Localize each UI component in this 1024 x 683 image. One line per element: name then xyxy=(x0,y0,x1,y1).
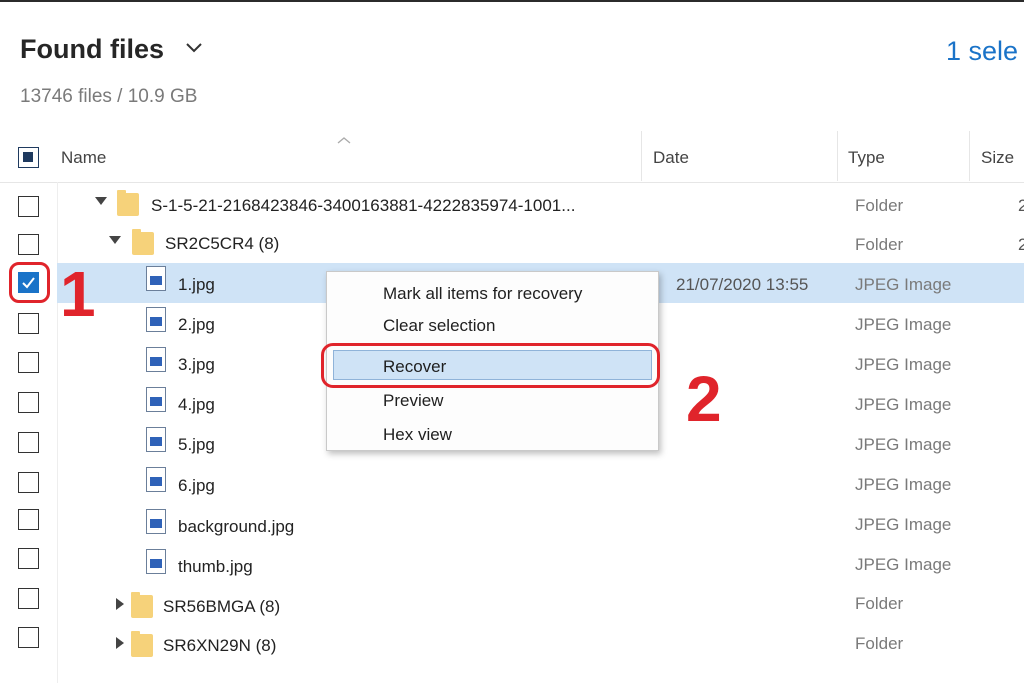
list-item-name[interactable]: thumb.jpg xyxy=(178,557,253,577)
image-file-icon xyxy=(146,307,166,332)
selection-count[interactable]: 1 sele xyxy=(946,36,1018,67)
folder-icon xyxy=(131,631,153,657)
list-item-type: JPEG Image xyxy=(855,435,952,454)
column-header-size[interactable]: Size xyxy=(981,148,1014,168)
column-header-type[interactable]: Type xyxy=(848,148,885,168)
column-header-name[interactable]: Name xyxy=(61,148,106,168)
column-divider[interactable] xyxy=(641,131,642,181)
row-checkbox[interactable] xyxy=(18,548,39,569)
list-item-type: JPEG Image xyxy=(855,355,952,374)
list-item-type: Folder xyxy=(855,196,904,215)
folder-icon xyxy=(132,229,154,255)
row-checkbox[interactable] xyxy=(18,392,39,413)
sort-ascending-icon xyxy=(337,137,351,144)
list-item-type: JPEG Image xyxy=(855,475,952,494)
list-item-type: JPEG Image xyxy=(855,275,952,294)
menu-item-hex-view[interactable]: Hex view xyxy=(383,425,452,445)
row-checkbox[interactable] xyxy=(18,234,39,255)
list-item-type: Folder xyxy=(855,235,904,254)
window-top-border xyxy=(0,0,1024,2)
annotation-highlight-recover xyxy=(321,343,660,388)
list-item-type: Folder xyxy=(855,634,904,653)
column-header-date[interactable]: Date xyxy=(653,148,689,168)
expand-arrow-right-icon[interactable] xyxy=(113,597,127,611)
image-file-icon xyxy=(146,549,166,574)
image-file-icon xyxy=(146,266,166,291)
list-item-name[interactable]: SR2C5CR4 (8) xyxy=(165,234,279,254)
list-item-type: JPEG Image xyxy=(855,315,952,334)
column-divider[interactable] xyxy=(969,131,970,181)
menu-item-mark-all[interactable]: Mark all items for recovery xyxy=(383,284,582,304)
list-item-name[interactable]: background.jpg xyxy=(178,517,294,537)
row-checkbox[interactable] xyxy=(18,313,39,334)
expand-arrow-down-icon[interactable] xyxy=(94,194,108,208)
row-checkbox[interactable] xyxy=(18,196,39,217)
list-item-size: 2 xyxy=(1018,196,1024,215)
annotation-highlight-checkbox xyxy=(9,262,50,303)
list-item-name[interactable]: 6.jpg xyxy=(178,476,215,496)
list-item-name[interactable]: 5.jpg xyxy=(178,435,215,455)
image-file-icon xyxy=(146,387,166,412)
list-item-name[interactable]: 2.jpg xyxy=(178,315,215,335)
list-item-name[interactable]: S-1-5-21-2168423846-3400163881-422283597… xyxy=(151,196,575,216)
list-item-name[interactable]: 1.jpg xyxy=(178,275,215,295)
expand-arrow-right-icon[interactable] xyxy=(113,636,127,650)
select-all-checkbox[interactable] xyxy=(18,147,39,168)
folder-icon xyxy=(131,592,153,618)
list-item-type: JPEG Image xyxy=(855,395,952,414)
folder-icon xyxy=(117,190,139,216)
page-title: Found files xyxy=(20,34,164,64)
image-file-icon xyxy=(146,347,166,372)
row-checkbox[interactable] xyxy=(18,588,39,609)
list-item-type: JPEG Image xyxy=(855,515,952,534)
list-item-type: Folder xyxy=(855,594,904,613)
list-item-type: JPEG Image xyxy=(855,555,952,574)
image-file-icon xyxy=(146,509,166,534)
row-checkbox[interactable] xyxy=(18,627,39,648)
column-divider xyxy=(57,182,58,683)
list-item-name[interactable]: SR56BMGA (8) xyxy=(163,597,280,617)
expand-arrow-down-icon[interactable] xyxy=(108,233,122,247)
menu-item-clear-selection[interactable]: Clear selection xyxy=(383,316,495,336)
chevron-down-icon[interactable] xyxy=(184,40,204,56)
annotation-step-2: 2 xyxy=(686,363,722,435)
column-divider[interactable] xyxy=(837,131,838,181)
row-checkbox[interactable] xyxy=(18,472,39,493)
image-file-icon xyxy=(146,467,166,492)
list-item-name[interactable]: SR6XN29N (8) xyxy=(163,636,276,656)
list-item-name[interactable]: 4.jpg xyxy=(178,395,215,415)
row-checkbox[interactable] xyxy=(18,352,39,373)
annotation-step-1: 1 xyxy=(60,258,96,330)
row-checkbox[interactable] xyxy=(18,432,39,453)
list-item-name[interactable]: 3.jpg xyxy=(178,355,215,375)
list-item-date: 21/07/2020 13:55 xyxy=(676,275,809,294)
list-item-size: 2 xyxy=(1018,235,1024,254)
files-summary: 13746 files / 10.9 GB xyxy=(20,86,198,107)
row-checkbox[interactable] xyxy=(18,509,39,530)
image-file-icon xyxy=(146,427,166,452)
menu-item-preview[interactable]: Preview xyxy=(383,391,443,411)
